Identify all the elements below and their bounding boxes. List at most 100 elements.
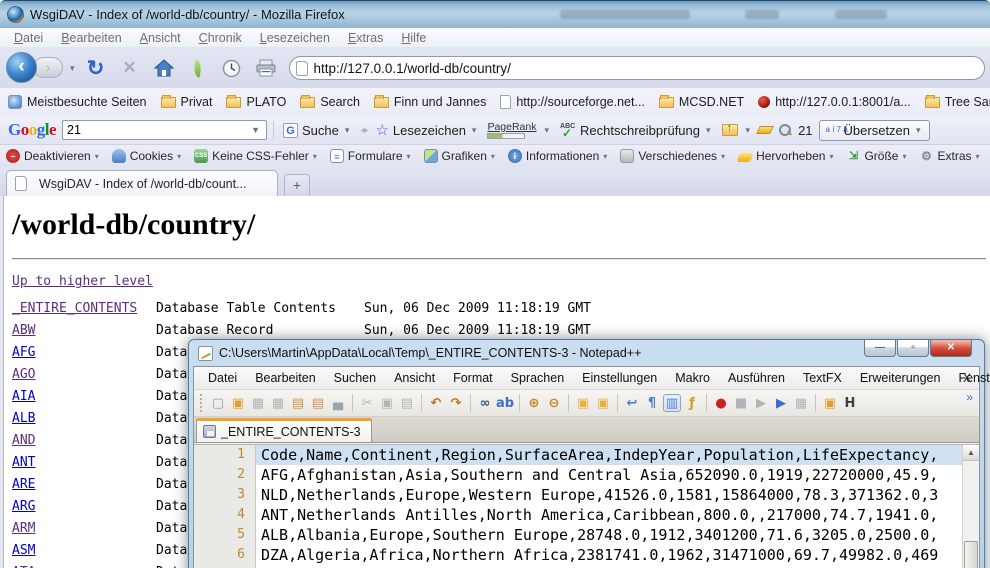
toolbar-grip[interactable]: ◂▸: [360, 125, 366, 136]
redo-icon[interactable]: ↷: [447, 394, 465, 412]
separator[interactable]: [352, 394, 353, 412]
refresh-icon[interactable]: ↻: [81, 54, 111, 82]
open-file-icon[interactable]: ▣: [229, 394, 247, 412]
url-text[interactable]: http://127.0.0.1/world-db/country/: [314, 61, 511, 76]
leaf-icon[interactable]: [183, 54, 213, 82]
google-search-box[interactable]: ▼: [62, 120, 267, 140]
devtool-menu-button[interactable]: Hervorheben: [738, 149, 833, 163]
google-search-button[interactable]: G Suche ▾: [280, 122, 354, 139]
stop-icon[interactable]: ×: [115, 54, 145, 82]
entry-link[interactable]: AND: [12, 430, 35, 452]
bookmark-item[interactable]: http://127.0.0.1:8001/a...: [758, 95, 911, 109]
macro-record-icon[interactable]: ●: [712, 394, 730, 412]
paste-icon[interactable]: ▤: [398, 394, 416, 412]
entry-link[interactable]: AIA: [12, 386, 35, 408]
find-icon[interactable]: ∞: [476, 394, 494, 412]
new-tab-button[interactable]: +: [284, 174, 310, 196]
entry-link[interactable]: ALB: [12, 408, 35, 430]
vertical-scrollbar[interactable]: ▲ ≡: [962, 445, 979, 568]
entry-link[interactable]: AGO: [12, 364, 35, 386]
browser-tab[interactable]: WsgiDAV - Index of /world-db/count...: [6, 170, 278, 196]
show-all-chars-icon[interactable]: ¶: [643, 394, 661, 412]
entry-link[interactable]: ANT: [12, 452, 35, 474]
html-icon[interactable]: H: [841, 394, 859, 412]
separator[interactable]: [470, 394, 471, 412]
maximize-button[interactable]: ▫: [897, 340, 929, 357]
send-to-icon[interactable]: [722, 124, 738, 136]
menu-item[interactable]: TextFX: [794, 369, 851, 387]
bookmark-item[interactable]: http://sourceforge.net...: [500, 95, 645, 109]
text-content[interactable]: Code,Name,Continent,Region,SurfaceArea,I…: [256, 445, 962, 568]
folder-workspace-icon[interactable]: ▣: [821, 394, 839, 412]
menu-item[interactable]: Lesezeichen: [252, 29, 338, 47]
back-button[interactable]: ‹: [6, 52, 37, 83]
toolbar-overflow-icon[interactable]: »: [966, 390, 973, 404]
devtool-menu-button[interactable]: Deaktivieren: [6, 149, 99, 163]
save-all-icon[interactable]: ▦: [269, 394, 287, 412]
menu-item[interactable]: Bearbeiten: [246, 369, 324, 387]
save-icon[interactable]: ▦: [249, 394, 267, 412]
entry-link[interactable]: ARE: [12, 474, 35, 496]
entry-link[interactable]: ARM: [12, 518, 35, 540]
up-to-higher-level-link[interactable]: Up to higher level: [12, 274, 153, 289]
search-history-dropdown-icon[interactable]: ▼: [251, 125, 260, 135]
highlighter-icon[interactable]: [756, 126, 774, 134]
entry-link[interactable]: ABW: [12, 320, 35, 342]
minimize-button[interactable]: —: [864, 340, 896, 357]
menu-item[interactable]: Datei: [199, 369, 246, 387]
entry-link[interactable]: ASM: [12, 540, 35, 562]
home-icon[interactable]: [149, 54, 179, 82]
close-all-icon[interactable]: ▤: [309, 394, 327, 412]
copy-icon[interactable]: ▣: [378, 394, 396, 412]
cut-icon[interactable]: ✂: [358, 394, 376, 412]
separator[interactable]: [421, 394, 422, 412]
close-button[interactable]: ✕: [930, 340, 972, 357]
macro-save-icon[interactable]: ▦: [792, 394, 810, 412]
menu-item[interactable]: Erweiterungen: [851, 369, 950, 387]
code-line[interactable]: AFG,Afghanistan,Asia,Southern and Centra…: [256, 465, 962, 485]
code-line[interactable]: ANT,Netherlands Antilles,North America,C…: [256, 505, 962, 525]
menu-item[interactable]: Chronik: [191, 29, 250, 47]
notepad-titlebar[interactable]: C:\Users\Martin\AppData\Local\Temp\_ENTI…: [189, 340, 984, 366]
menu-item[interactable]: Ansicht: [385, 369, 444, 387]
function-completion-icon[interactable]: ƒ: [683, 394, 701, 412]
devtool-menu-button[interactable]: Grafiken: [424, 149, 495, 163]
devtool-menu-button[interactable]: Informationen: [508, 149, 607, 163]
devtool-menu-button[interactable]: Formulare: [330, 149, 411, 163]
entry-link[interactable]: AFG: [12, 342, 35, 364]
word-wrap-icon[interactable]: ↩: [623, 394, 641, 412]
google-search-input[interactable]: [67, 123, 249, 137]
bookmark-item[interactable]: PLATO: [226, 95, 286, 109]
menu-item[interactable]: Hilfe: [393, 29, 434, 47]
separator[interactable]: [815, 394, 816, 412]
devtool-menu-button[interactable]: Größe: [846, 149, 906, 163]
menu-item[interactable]: Suchen: [325, 369, 385, 387]
history-clock-icon[interactable]: [217, 54, 247, 82]
bookmark-item[interactable]: Tree Samples: [925, 95, 990, 109]
macro-run-multiple-icon[interactable]: ▶: [772, 394, 790, 412]
separator[interactable]: [706, 394, 707, 412]
forward-button[interactable]: ›: [33, 57, 63, 78]
code-line[interactable]: DZA,Algeria,Africa,Northern Africa,23817…: [256, 545, 962, 565]
entry-link[interactable]: ARG: [12, 496, 35, 518]
doc-close-button[interactable]: X: [963, 371, 971, 385]
replace-icon[interactable]: ab: [496, 394, 514, 412]
code-line[interactable]: ALB,Albania,Europe,Southern Europe,28748…: [256, 525, 962, 545]
code-line[interactable]: Code,Name,Continent,Region,SurfaceArea,I…: [256, 445, 962, 465]
find-magnifier-icon[interactable]: [778, 123, 792, 137]
bookmark-item[interactable]: Search: [300, 95, 360, 109]
translate-button[interactable]: a í 7 ä Übersetzen ▾: [819, 120, 930, 141]
menu-item[interactable]: Makro: [666, 369, 719, 387]
devtool-menu-button[interactable]: Verschiedenes: [620, 149, 725, 163]
google-bookmarks-button[interactable]: ☆ Lesezeichen ▾: [372, 120, 481, 140]
scroll-up-icon[interactable]: ▲: [963, 445, 979, 461]
menu-item[interactable]: Ausführen: [719, 369, 794, 387]
entry-link[interactable]: _ENTIRE_CONTENTS: [12, 298, 137, 320]
pagerank-indicator[interactable]: PageRank: [487, 121, 536, 139]
document-tab[interactable]: _ENTIRE_CONTENTS-3: [196, 418, 372, 442]
devtool-menu-button[interactable]: Cookies: [112, 149, 181, 163]
separator[interactable]: [568, 394, 569, 412]
close-doc-icon[interactable]: ▤: [289, 394, 307, 412]
menu-item[interactable]: Sprachen: [502, 369, 574, 387]
scrollbar-thumb[interactable]: ≡: [964, 541, 978, 568]
